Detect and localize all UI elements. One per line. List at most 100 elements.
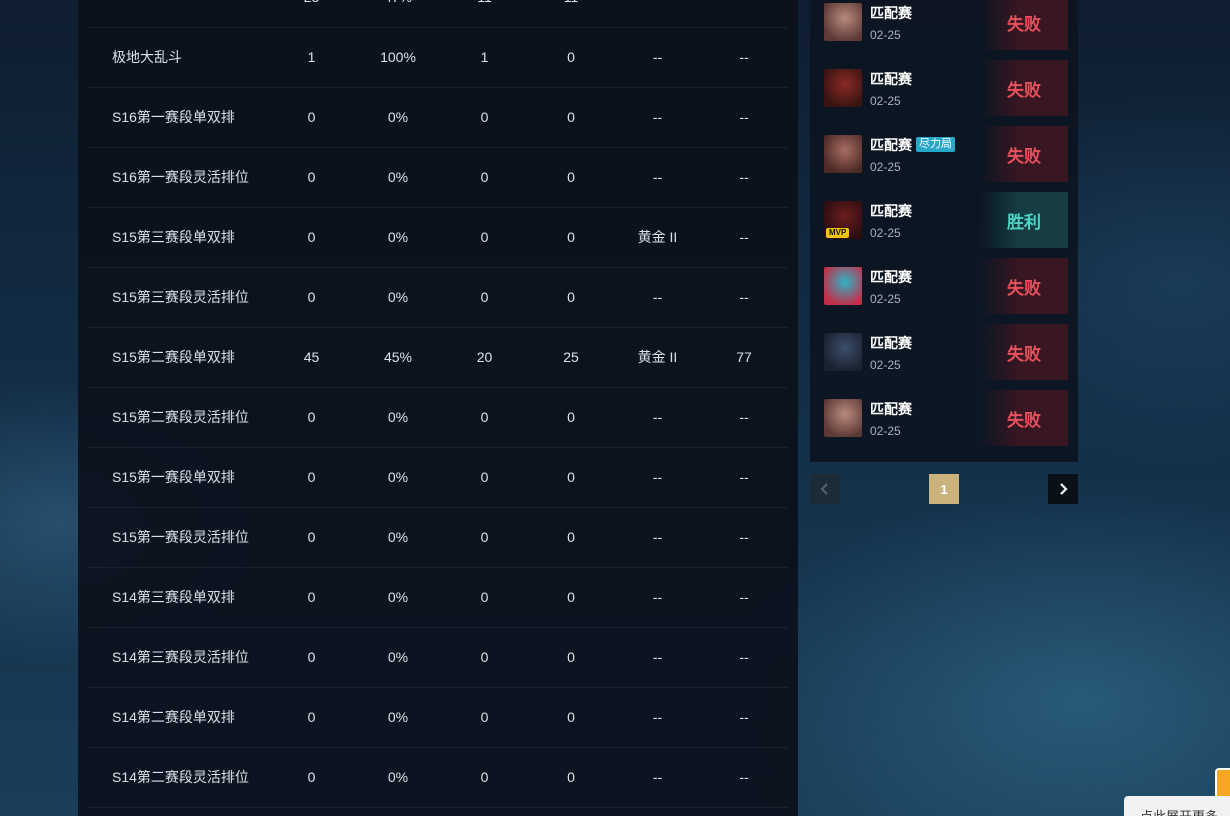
mode-name-cell: S15第二赛段单双排 (112, 349, 235, 365)
season-stats-panel: 2347%1111极地大乱斗1100%10----S16第一赛段单双排00%00… (78, 0, 798, 816)
match-card[interactable]: 匹配赛 02-25 失败 (820, 258, 1068, 314)
league-points-cell: -- (739, 289, 749, 305)
match-info: 匹配赛 02-25 (870, 333, 980, 372)
match-mode: 匹配赛 (870, 268, 912, 285)
table-row: S15第二赛段灵活排位 0 0% 0 0 -- -- (88, 387, 788, 448)
losses-cell: 0 (567, 169, 575, 185)
match-info: 匹配赛 02-25 (870, 201, 980, 240)
match-tag-badge: 尽力局 (916, 137, 955, 152)
match-card[interactable]: MVP 匹配赛 02-25 胜利 (820, 192, 1068, 248)
expand-popup[interactable]: 点此展开更多 (1124, 796, 1230, 816)
win-rate-cell: 0% (387, 709, 409, 725)
mode-name-cell: S15第二赛段灵活排位 (112, 409, 249, 425)
rank-cell: -- (652, 109, 663, 125)
wins-cell: 0 (480, 529, 489, 545)
mode-name-cell: S16第一赛段灵活排位 (112, 169, 249, 185)
match-date: 02-25 (870, 225, 901, 240)
champion-portrait-icon: MVP (824, 201, 862, 239)
win-rate-cell: 45% (383, 349, 413, 365)
mode-name-cell: S15第一赛段单双排 (112, 469, 235, 485)
wins-cell: 0 (480, 769, 489, 785)
match-info: 匹配赛 02-25 (870, 3, 980, 42)
rank-cell: -- (652, 409, 663, 425)
losses-cell: 0 (567, 49, 575, 65)
match-info: 匹配赛 02-25 (870, 399, 980, 438)
champion-portrait-icon (824, 333, 862, 371)
match-result: 失败 (980, 390, 1068, 446)
match-card[interactable]: 匹配赛 02-25 失败 (820, 324, 1068, 380)
wins-cell: 0 (480, 229, 489, 245)
win-rate-cell: 0% (387, 289, 409, 305)
table-row: S15第一赛段灵活排位 0 0% 0 0 -- -- (88, 507, 788, 568)
table-row: S16第一赛段单双排 0 0% 0 0 -- -- (88, 87, 788, 148)
total-games-cell: 0 (307, 649, 316, 665)
match-result: 胜利 (980, 192, 1068, 248)
wins-cell: 0 (480, 409, 489, 425)
match-mode: 匹配赛 (870, 400, 912, 417)
match-date: 02-25 (870, 27, 901, 42)
match-info: 匹配赛 尽力局 02-25 (870, 135, 980, 174)
wins-cell: 11 (436, 0, 533, 5)
match-result: 失败 (980, 0, 1068, 50)
losses-cell: 25 (563, 349, 579, 365)
win-rate-cell: 47% (360, 0, 436, 5)
chevron-right-icon (1060, 483, 1068, 495)
match-card[interactable]: 匹配赛 02-25 失败 (820, 60, 1068, 116)
rank-cell: -- (652, 589, 663, 605)
table-row: S14第三赛段单双排 0 0% 0 0 -- -- (88, 567, 788, 628)
table-row: S14第二赛段单双排 0 0% 0 0 -- -- (88, 687, 788, 748)
mode-name-cell: S15第三赛段灵活排位 (112, 289, 249, 305)
table-row: 2347%1111 (88, 0, 788, 28)
wins-cell: 0 (480, 589, 489, 605)
win-rate-cell: 100% (380, 49, 416, 65)
wins-cell: 0 (480, 109, 489, 125)
table-row: 极地大乱斗 1 100% 1 0 -- -- (88, 27, 788, 88)
prev-page-button[interactable] (810, 474, 840, 504)
match-result: 失败 (980, 126, 1068, 182)
chevron-left-icon (820, 483, 828, 495)
table-row: S16第一赛段灵活排位 0 0% 0 0 -- -- (88, 147, 788, 208)
league-points-cell: -- (739, 709, 749, 725)
table-row: S15第一赛段单双排 0 0% 0 0 -- -- (88, 447, 788, 508)
match-card[interactable]: 匹配赛 尽力局 02-25 失败 (820, 126, 1068, 182)
mode-name-cell: S14第三赛段单双排 (112, 589, 235, 605)
match-mode-line: 匹配赛 (870, 3, 980, 23)
win-rate-cell: 0% (387, 589, 409, 605)
wins-cell: 0 (480, 709, 489, 725)
rank-cell: -- (652, 709, 663, 725)
wins-cell: 0 (480, 169, 489, 185)
losses-cell: 0 (567, 289, 575, 305)
match-result: 失败 (980, 258, 1068, 314)
match-card[interactable]: 匹配赛 02-25 失败 (820, 0, 1068, 50)
match-info: 匹配赛 02-25 (870, 69, 980, 108)
losses-cell: 0 (567, 229, 575, 245)
next-page-button[interactable] (1048, 474, 1078, 504)
win-rate-cell: 0% (387, 169, 409, 185)
total-games-cell: 0 (307, 529, 316, 545)
win-rate-cell: 0% (387, 409, 409, 425)
mode-name-cell: S16第一赛段单双排 (112, 109, 235, 125)
champion-portrait-icon (824, 3, 862, 41)
rank-cell: -- (652, 49, 663, 65)
match-mode-line: 匹配赛 (870, 399, 980, 419)
rank-cell: -- (652, 769, 663, 785)
wins-cell: 20 (476, 349, 493, 365)
match-date: 02-25 (870, 93, 901, 108)
champion-portrait-icon (824, 135, 862, 173)
rank-cell: -- (652, 469, 663, 485)
losses-cell: 0 (567, 769, 575, 785)
table-row: S15第三赛段单双排 0 0% 0 0 黄金 II -- (88, 207, 788, 268)
losses-cell: 0 (567, 649, 575, 665)
page-number-button[interactable]: 1 (929, 474, 959, 504)
match-history-panel: 匹配赛 02-25 失败 匹配赛 02-25 失败 匹配赛 尽力局 02-25 失败 MVP 匹配赛 0… (810, 0, 1078, 462)
match-card[interactable]: 匹配赛 02-25 失败 (820, 390, 1068, 446)
losses-cell: 11 (533, 0, 609, 5)
wins-cell: 1 (480, 49, 489, 65)
losses-cell: 0 (567, 589, 575, 605)
match-mode-line: 匹配赛 (870, 333, 980, 353)
total-games-cell: 23 (263, 0, 360, 5)
total-games-cell: 1 (307, 49, 316, 65)
league-points-cell: 77 (736, 349, 752, 365)
rank-cell: 黄金 II (637, 349, 678, 365)
losses-cell: 0 (567, 109, 575, 125)
